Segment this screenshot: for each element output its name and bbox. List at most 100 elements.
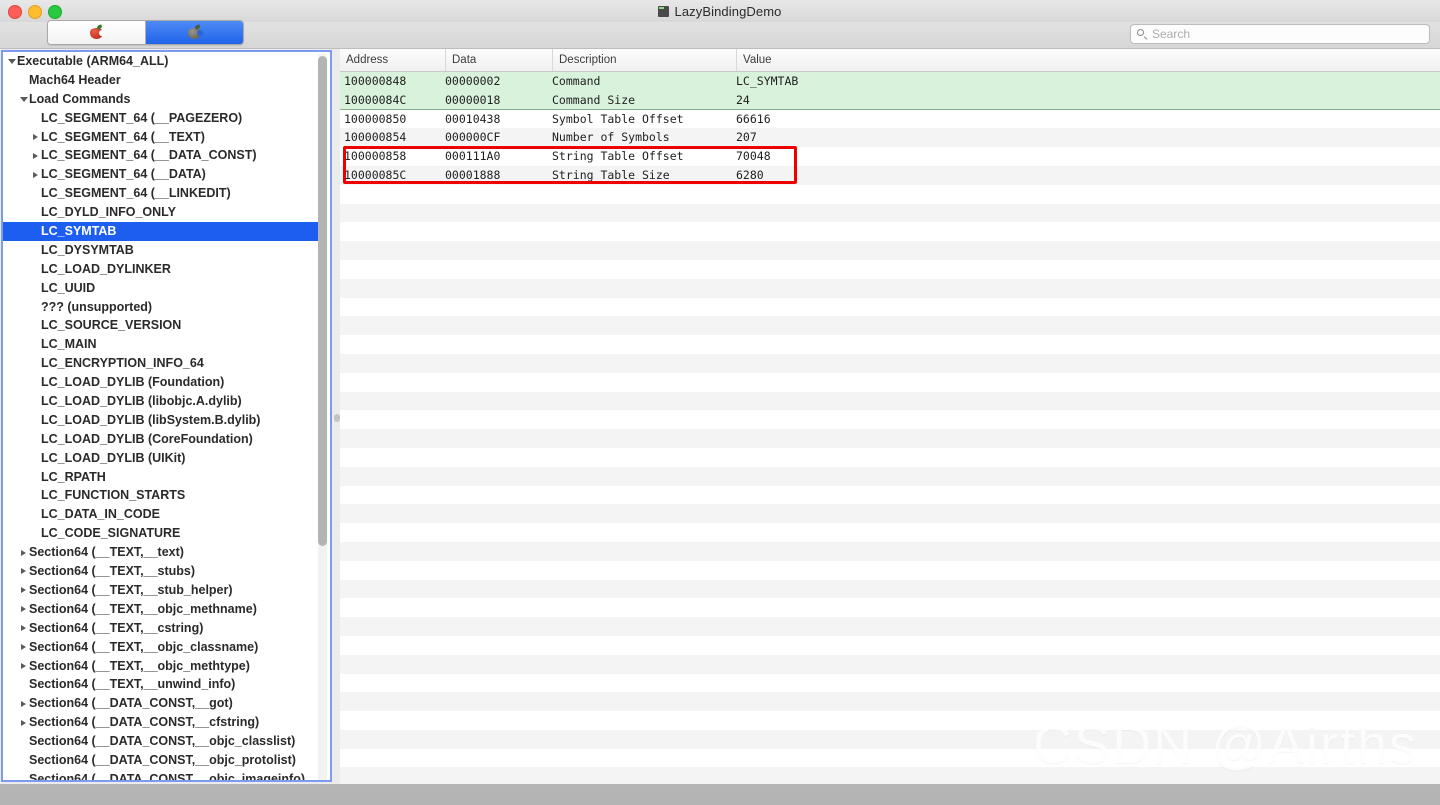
sidebar-item[interactable]: Section64 (__TEXT,__objc_classname) [3,638,319,657]
sidebar-item[interactable]: LC_SEGMENT_64 (__DATA_CONST) [3,146,319,165]
sidebar-item-label: LC_SEGMENT_64 (__DATA) [41,167,206,182]
sidebar-scrollbar[interactable] [318,54,327,780]
sidebar-item[interactable]: LC_UUID [3,279,319,298]
column-header[interactable]: Data [445,49,552,71]
table-row[interactable]: 10000084C 00000018 Command Size 24 [340,90,1440,110]
chevron-right-icon[interactable] [30,134,41,140]
table-row-empty [340,560,1440,580]
table-row-empty [340,447,1440,467]
chevron-right-icon[interactable] [18,549,29,556]
table-row-empty [340,278,1440,298]
sidebar-item[interactable]: LC_LOAD_DYLIB (UIKit) [3,449,319,468]
sidebar-item[interactable]: LC_SEGMENT_64 (__TEXT) [3,128,319,147]
sidebar-item[interactable]: Executable (ARM64_ALL) [3,52,319,71]
maximize-window-button[interactable] [48,5,62,19]
cell-value: LC_SYMTAB [736,74,799,88]
sidebar-item[interactable]: LC_LOAD_DYLIB (Foundation) [3,373,319,392]
sidebar-item[interactable]: LC_LOAD_DYLIB (CoreFoundation) [3,430,319,449]
minimize-window-button[interactable] [28,5,42,19]
chevron-right-icon[interactable] [18,625,29,632]
sidebar-item[interactable]: LC_LOAD_DYLINKER [3,260,319,279]
detail-table[interactable]: Address Data Description Value 100000848 000… [340,49,1440,784]
sidebar-item[interactable]: ??? (unsupported) [3,298,319,317]
sidebar-item[interactable]: LC_FUNCTION_STARTS [3,486,319,505]
tab-parsed-view[interactable] [146,21,243,44]
sidebar-item-label: LC_LOAD_DYLIB (libobjc.A.dylib) [41,394,242,409]
sidebar-item[interactable]: LC_LOAD_DYLIB (libSystem.B.dylib) [3,411,319,430]
sidebar-item[interactable]: LC_RPATH [3,468,319,487]
search-input[interactable]: Search [1130,24,1430,44]
sidebar-item[interactable]: Section64 (__DATA_CONST,__objc_classlist… [3,732,319,751]
sidebar-item-label: Section64 (__TEXT,__stub_helper) [29,582,233,597]
sidebar-item[interactable]: Load Commands [3,90,319,109]
chevron-right-icon[interactable] [30,152,41,159]
chevron-right-icon[interactable] [18,568,29,575]
sidebar-item[interactable]: Section64 (__TEXT,__cstring) [3,619,319,638]
sidebar-item[interactable]: LC_DYLD_INFO_ONLY [3,203,319,222]
sidebar-item-label: LC_RPATH [41,469,106,484]
sidebar-item[interactable]: LC_SOURCE_VERSION [3,316,319,335]
sidebar-item-label: Section64 (__DATA_CONST,__objc_classlist… [29,734,296,749]
sidebar-item-label: Section64 (__DATA_CONST,__got) [29,696,233,711]
table-header-row: Address Data Description Value [340,49,1440,72]
sidebar-scrollbar-thumb[interactable] [318,56,327,546]
sidebar-item[interactable]: LC_DATA_IN_CODE [3,505,319,524]
sidebar-item[interactable]: LC_ENCRYPTION_INFO_64 [3,354,319,373]
outline-sidebar[interactable]: Executable (ARM64_ALL) Mach64 Header Load … [1,50,332,782]
sidebar-item[interactable]: Section64 (__TEXT,__text) [3,543,319,562]
table-row-empty [340,353,1440,373]
sidebar-item[interactable]: Section64 (__DATA_CONST,__cfstring) [3,713,319,732]
table-row-empty [340,748,1440,768]
table-row-empty [340,203,1440,223]
chevron-down-icon[interactable] [18,96,29,102]
close-window-button[interactable] [8,5,22,19]
chevron-down-icon[interactable] [6,58,17,64]
chevron-right-icon[interactable] [18,606,29,613]
sidebar-item[interactable]: LC_CODE_SIGNATURE [3,524,319,543]
table-row[interactable]: 10000085C 00001888 String Table Size 6280 [340,165,1440,185]
sidebar-item[interactable]: Section64 (__TEXT,__stub_helper) [3,581,319,600]
sidebar-item[interactable]: Section64 (__TEXT,__objc_methname) [3,600,319,619]
table-row[interactable]: 100000858 000111A0 String Table Offset 7004… [340,147,1440,166]
column-header[interactable]: Address [340,49,445,71]
sidebar-item[interactable]: LC_SEGMENT_64 (__PAGEZERO) [3,109,319,128]
chevron-right-icon[interactable] [18,587,29,594]
table-row[interactable]: 100000850 00010438 Symbol Table Offset 6661… [340,109,1440,129]
view-mode-segmented-control[interactable] [47,20,244,45]
table-row-empty [340,767,1440,784]
sidebar-item[interactable]: LC_DYSYMTAB [3,241,319,260]
chevron-right-icon[interactable] [18,662,29,669]
column-header[interactable]: Description [552,49,736,71]
tree-list[interactable]: Executable (ARM64_ALL) Mach64 Header Load … [3,52,319,780]
table-row-empty [340,222,1440,242]
column-header[interactable]: Value [736,49,1440,71]
table-row[interactable]: 100000848 00000002 Command LC_SYMTAB [340,72,1440,91]
sidebar-item-label: Section64 (__TEXT,__stubs) [29,564,196,579]
panel-splitter[interactable] [333,50,340,782]
table-row-empty [340,692,1440,712]
tab-raw-view[interactable] [48,21,146,44]
sidebar-item[interactable]: LC_SEGMENT_64 (__LINKEDIT) [3,184,319,203]
sidebar-item[interactable]: Section64 (__TEXT,__unwind_info) [3,675,319,694]
sidebar-item[interactable]: Section64 (__TEXT,__stubs) [3,562,319,581]
sidebar-item[interactable]: Section64 (__DATA_CONST,__objc_protolist… [3,751,319,770]
sidebar-item-label: LC_DATA_IN_CODE [41,507,160,522]
sidebar-item[interactable]: LC_SEGMENT_64 (__DATA) [3,165,319,184]
toolbar: Search [0,20,1440,49]
cell-value: 6280 [736,167,764,182]
sidebar-item[interactable]: LC_LOAD_DYLIB (libobjc.A.dylib) [3,392,319,411]
chevron-right-icon[interactable] [18,700,29,707]
chevron-right-icon[interactable] [18,644,29,651]
sidebar-item[interactable]: Section64 (__TEXT,__objc_methtype) [3,657,319,676]
table-row[interactable]: 100000854 000000CF Number of Symbols 207 [340,128,1440,148]
chevron-right-icon[interactable] [30,171,41,178]
sidebar-item-label: Section64 (__DATA_CONST,__objc_imageinfo… [29,771,305,780]
cell-description: Symbol Table Offset [552,111,684,126]
sidebar-item[interactable]: LC_SYMTAB [3,222,319,241]
sidebar-item[interactable]: Mach64 Header [3,71,319,90]
sidebar-item[interactable]: Section64 (__DATA_CONST,__objc_imageinfo… [3,770,319,780]
sidebar-item[interactable]: LC_MAIN [3,335,319,354]
sidebar-item[interactable]: Section64 (__DATA_CONST,__got) [3,694,319,713]
table-body[interactable]: 100000848 00000002 Command LC_SYMTAB 1000008… [340,72,1440,784]
chevron-right-icon[interactable] [18,719,29,726]
